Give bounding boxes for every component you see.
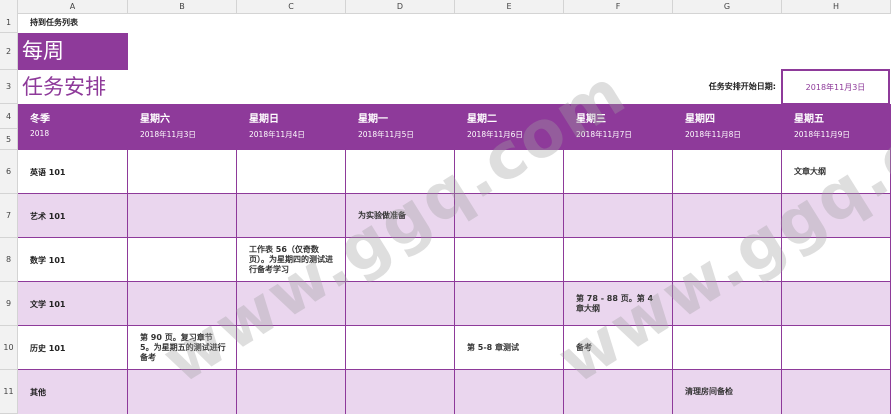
subject-literature[interactable]: 文学 101 — [18, 282, 128, 326]
row-header-11[interactable]: 11 — [0, 370, 18, 414]
day-name-thu[interactable]: 星期四 — [673, 110, 715, 125]
day-date-sun[interactable]: 2018年11月4日 — [237, 129, 305, 140]
col-header-b[interactable]: B — [128, 0, 237, 13]
subject-other[interactable]: 其他 — [18, 370, 128, 414]
row-header-9[interactable]: 9 — [0, 282, 18, 326]
task-other-thu[interactable]: 清理房间备检 — [673, 370, 782, 414]
day-name-wed[interactable]: 星期三 — [564, 110, 606, 125]
schedule-title[interactable]: 任务安排 — [18, 70, 238, 104]
subject-math[interactable]: 数学 101 — [18, 238, 128, 282]
day-date-fri[interactable]: 2018年11月9日 — [782, 129, 850, 140]
day-date-thu[interactable]: 2018年11月8日 — [673, 129, 741, 140]
day-name-sun[interactable]: 星期日 — [237, 110, 279, 125]
row-header-8[interactable]: 8 — [0, 238, 18, 282]
row-header-4[interactable]: 4 — [0, 104, 18, 129]
col-header-f[interactable]: F — [564, 0, 673, 13]
year-label[interactable]: 2018 — [18, 129, 128, 138]
list-title[interactable]: 持到任务列表 — [30, 13, 78, 33]
day-name-fri[interactable]: 星期五 — [782, 110, 824, 125]
grid-divider — [236, 150, 237, 414]
day-date-sat[interactable]: 2018年11月3日 — [128, 129, 196, 140]
subject-english[interactable]: 英语 101 — [18, 150, 128, 194]
row-header-5[interactable]: 5 — [0, 129, 18, 150]
day-date-tue[interactable]: 2018年11月6日 — [455, 129, 523, 140]
season-label[interactable]: 冬季 — [18, 110, 128, 125]
select-all-corner[interactable] — [0, 0, 18, 13]
weekly-banner[interactable]: 每周 — [18, 33, 128, 70]
day-name-tue[interactable]: 星期二 — [455, 110, 497, 125]
col-header-c[interactable]: C — [237, 0, 346, 13]
subject-art[interactable]: 艺术 101 — [18, 194, 128, 238]
task-history-sat[interactable]: 第 90 页。复习章节 5。为星期五的测试进行备考 — [128, 326, 237, 370]
task-math-sun[interactable]: 工作表 56（仅奇数页）。为星期四的测试进行备考学习 — [237, 238, 346, 282]
subject-history[interactable]: 历史 101 — [18, 326, 128, 370]
task-art-mon[interactable]: 为实验做准备 — [346, 194, 455, 238]
day-date-wed[interactable]: 2018年11月7日 — [564, 129, 632, 140]
row-header-3[interactable]: 3 — [0, 70, 18, 104]
task-history-wed[interactable]: 备考 — [564, 326, 673, 370]
start-date-value[interactable]: 2018年11月3日 — [781, 69, 890, 105]
day-name-sat[interactable]: 星期六 — [128, 110, 170, 125]
row-header-7[interactable]: 7 — [0, 194, 18, 238]
task-history-tue[interactable]: 第 5-8 章测试 — [455, 326, 564, 370]
start-date-label[interactable]: 任务安排开始日期: — [646, 70, 782, 104]
task-english-fri[interactable]: 文章大纲 — [782, 150, 891, 194]
col-header-a[interactable]: A — [18, 0, 128, 13]
day-name-mon[interactable]: 星期一 — [346, 110, 388, 125]
col-header-g[interactable]: G — [673, 0, 782, 13]
col-header-h[interactable]: H — [782, 0, 891, 13]
row-header-6[interactable]: 6 — [0, 150, 18, 194]
row-header-2[interactable]: 2 — [0, 33, 18, 70]
row-header-10[interactable]: 10 — [0, 326, 18, 370]
grid-divider — [345, 150, 346, 414]
column-header-bar: A B C D E F G H — [0, 0, 891, 14]
grid-divider — [454, 150, 455, 414]
task-literature-wed[interactable]: 第 78 - 88 页。第 4 章大纲 — [564, 282, 673, 326]
row-header-1[interactable]: 1 — [0, 13, 18, 33]
day-date-mon[interactable]: 2018年11月5日 — [346, 129, 414, 140]
col-header-e[interactable]: E — [455, 0, 564, 13]
col-header-d[interactable]: D — [346, 0, 455, 13]
